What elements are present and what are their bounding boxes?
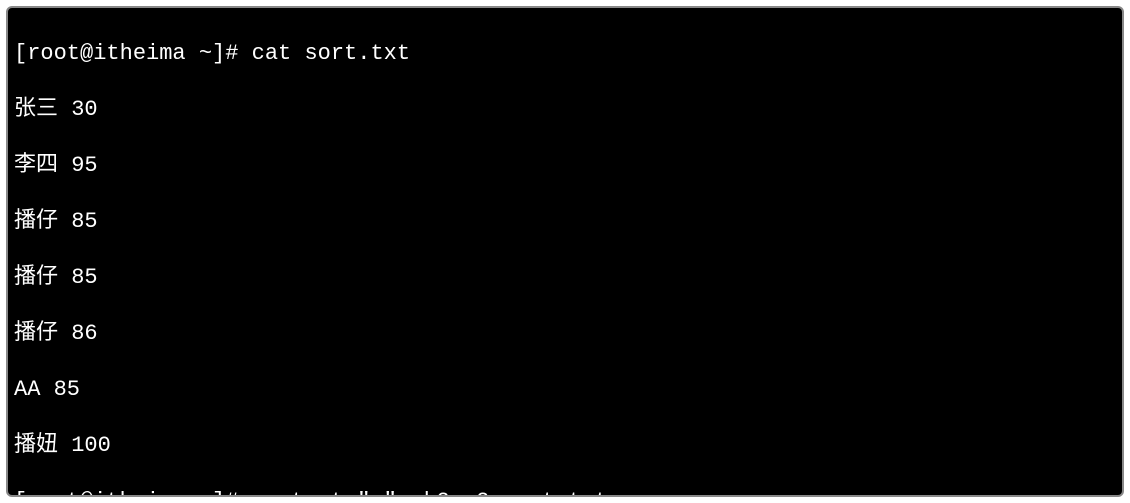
prompt-1: [root@itheima ~]#: [14, 41, 252, 66]
command-line-1: [root@itheima ~]# cat sort.txt: [14, 40, 1116, 68]
prompt-2: [root@itheima ~]#: [14, 489, 252, 497]
command-2-text: sort -t " " -k2n,2 sort.txt: [252, 489, 608, 497]
output-line: 李四 95: [14, 152, 1116, 180]
command-1-text: cat sort.txt: [252, 41, 410, 66]
output-line: 播妞 100: [14, 432, 1116, 460]
output-line: 播仔 85: [14, 208, 1116, 236]
terminal-window[interactable]: [root@itheima ~]# cat sort.txt 张三 30 李四 …: [6, 6, 1124, 497]
output-line: 播仔 85: [14, 264, 1116, 292]
output-line: AA 85: [14, 376, 1116, 404]
output-line: 播仔 86: [14, 320, 1116, 348]
output-line: 张三 30: [14, 96, 1116, 124]
command-line-2: [root@itheima ~]# sort -t " " -k2n,2 sor…: [14, 488, 1116, 497]
